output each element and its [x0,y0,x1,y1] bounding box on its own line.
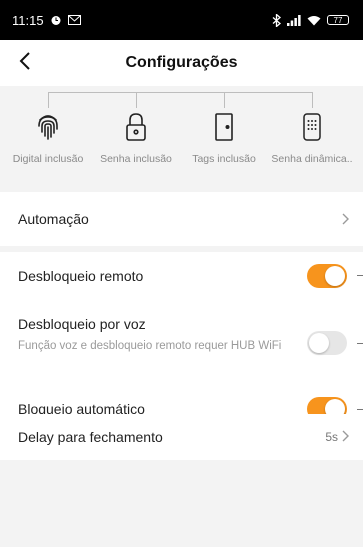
voice-unlock-description: Função voz e desbloqueio remoto requer H… [18,340,282,352]
method-dynamic-password[interactable]: Senha dinâmica.. [267,111,357,165]
chevron-right-icon [342,429,349,445]
signal-icon [287,14,301,26]
page-title: Configurações [125,54,238,71]
method-label: Senha dinâmica.. [271,153,353,165]
divider [357,409,363,410]
divider [357,343,363,344]
door-icon [214,111,234,143]
alarm-icon [50,14,62,26]
tree-branch [312,92,313,108]
tree-connector [48,92,312,93]
app-header: Configurações [0,40,363,86]
close-delay-value-group: 5s [325,429,349,445]
status-time: 11:15 [12,12,44,28]
battery-level: 77 [333,16,343,25]
divider [357,275,363,276]
unlock-methods: Digital inclusão Senha inclusão Tags inc… [0,86,363,182]
bluetooth-icon [272,13,281,27]
automation-row[interactable]: Automação [0,192,363,246]
remote-unlock-label: Desbloqueio remoto [18,268,144,284]
method-tags[interactable]: Tags inclusão [179,111,269,165]
remote-unlock-toggle[interactable] [307,264,347,288]
tree-branch [136,92,137,108]
close-delay-row[interactable]: Delay para fechamento 5s [0,414,363,460]
method-password[interactable]: Senha inclusão [91,111,181,165]
battery-icon: 77 [327,15,349,25]
keypad-icon [302,111,322,143]
wifi-icon [307,15,321,26]
status-bar: 11:15 77 [0,0,363,40]
chevron-left-icon [19,51,31,75]
tree-branch [48,92,49,108]
voice-unlock-label: Desbloqueio por voz [18,316,146,332]
fingerprint-icon [35,111,61,143]
method-label: Digital inclusão [12,153,84,165]
toggle-knob [325,266,345,286]
method-fingerprint[interactable]: Digital inclusão [3,111,93,165]
chevron-right-icon [342,213,349,225]
back-button[interactable] [10,48,40,78]
toggle-knob [309,333,329,353]
close-delay-value: 5s [325,430,338,444]
voice-unlock-toggle[interactable] [307,331,347,355]
tree-branch [224,92,225,108]
close-delay-label: Delay para fechamento [18,429,163,445]
remote-unlock-row: Desbloqueio remoto [0,252,363,300]
padlock-icon [125,111,147,143]
method-label: Senha inclusão [100,153,172,165]
method-label: Tags inclusão [192,153,256,165]
mail-icon [67,15,81,25]
voice-unlock-row: Desbloqueio por voz Função voz e desbloq… [0,300,363,386]
empty-area [0,460,363,547]
automation-label: Automação [18,211,89,227]
